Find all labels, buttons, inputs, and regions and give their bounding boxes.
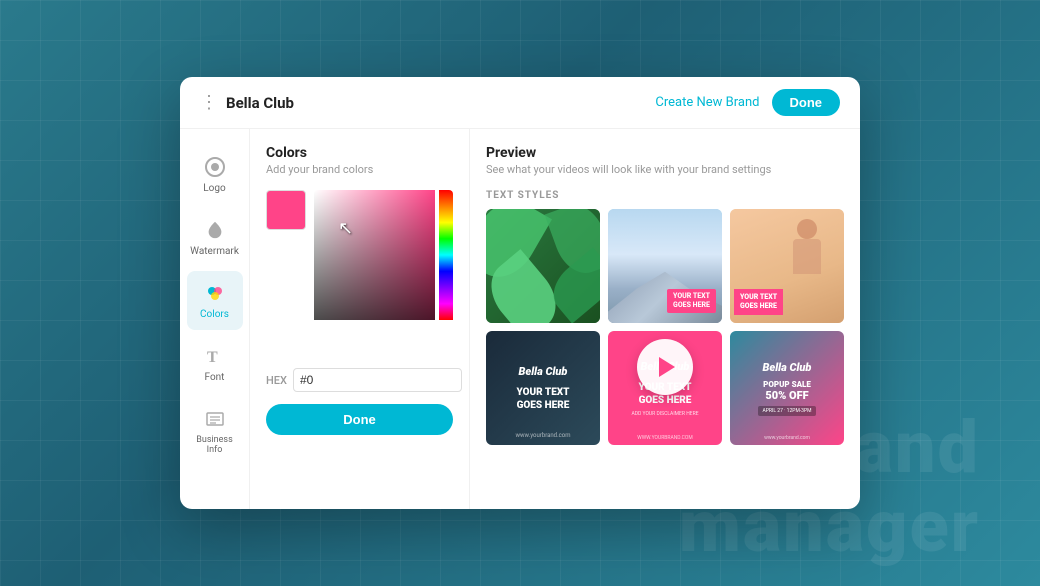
colors-title: Colors	[266, 145, 453, 161]
cursor-indicator: ↖	[338, 218, 353, 239]
colors-subtitle: Add your brand colors	[266, 163, 453, 176]
header-done-button[interactable]: Done	[772, 89, 841, 116]
hex-input[interactable]	[293, 368, 462, 392]
menu-dots-icon[interactable]: ⋮	[200, 92, 218, 113]
popup-website: www.yourbrand.com	[764, 435, 810, 441]
preview-text-woman: YOUR TEXTGOES HERE	[734, 289, 783, 315]
preview-title: Preview	[486, 145, 844, 161]
preview-card-tropical[interactable]	[486, 209, 600, 323]
sidebar-item-font[interactable]: T Font	[187, 334, 243, 393]
business-icon	[203, 407, 227, 431]
create-brand-link[interactable]: Create New Brand	[655, 95, 759, 110]
brand-manager-card: ⋮ Bella Club Create New Brand Done Logo	[180, 77, 860, 509]
preview-card-dark[interactable]: Bella Club YOUR TEXTGOES HERE www.yourbr…	[486, 331, 600, 445]
dark-card-text: YOUR TEXTGOES HERE	[516, 386, 569, 412]
dark-card-content: Bella Club YOUR TEXTGOES HERE www.yourbr…	[486, 331, 600, 445]
watermark-icon	[203, 218, 227, 242]
colors-icon	[203, 281, 227, 305]
bella-logo-dark: Bella Club	[519, 365, 568, 378]
color-picker-area: ↖	[266, 190, 453, 350]
popup-date: APRIL 27 · 12PM-3PM	[758, 406, 815, 416]
sidebar-item-watermark[interactable]: Watermark	[187, 208, 243, 267]
hex-row: HEX	[266, 368, 453, 392]
color-swatch[interactable]	[266, 190, 306, 230]
sidebar: Logo Watermark	[180, 129, 250, 509]
preview-card-popup[interactable]: Bella Club POPUP SALE 50% OFF APRIL 27 ·…	[730, 331, 844, 445]
sidebar-business-label: Business Info	[195, 435, 235, 455]
hue-bar[interactable]	[439, 190, 453, 320]
brand-title: Bella Club	[226, 94, 294, 112]
popup-sale-title: POPUP SALE	[763, 380, 811, 389]
font-icon: T	[203, 344, 227, 368]
popup-card-content: Bella Club POPUP SALE 50% OFF APRIL 27 ·…	[730, 331, 844, 445]
sidebar-colors-label: Colors	[200, 309, 229, 320]
card-header: ⋮ Bella Club Create New Brand Done	[180, 77, 860, 129]
header-left: ⋮ Bella Club	[200, 92, 294, 113]
preview-text-mountain: YOUR TEXTGOES HERE	[667, 289, 716, 313]
preview-grid: YOUR TEXTGOES HERE YOUR TEXTGOES HERE	[486, 209, 844, 445]
sidebar-watermark-label: Watermark	[190, 246, 239, 257]
colors-done-button[interactable]: Done	[266, 404, 453, 435]
preview-subtitle: See what your videos will look like with…	[486, 163, 844, 176]
pink-website: WWW.YOURBRAND.COM	[637, 435, 692, 441]
play-icon	[659, 357, 675, 377]
preview-panel: Preview See what your videos will look l…	[470, 129, 860, 509]
sidebar-item-colors[interactable]: Colors	[187, 271, 243, 330]
card-body: Logo Watermark	[180, 129, 860, 509]
svg-text:T: T	[207, 349, 218, 366]
colors-panel: Colors Add your brand colors ↖	[250, 129, 470, 509]
play-button[interactable]	[637, 339, 693, 395]
dark-website: www.yourbrand.com	[516, 432, 571, 439]
preview-card-woman[interactable]: YOUR TEXTGOES HERE	[730, 209, 844, 323]
sidebar-logo-label: Logo	[203, 183, 225, 194]
color-picker-box[interactable]: ↖	[314, 190, 453, 350]
text-styles-label: TEXT STYLES	[486, 190, 844, 201]
pink-disclaimer: ADD YOUR DISCLAIMER HERE	[631, 411, 698, 417]
popup-percent: 50% OFF	[765, 389, 808, 402]
sidebar-item-business[interactable]: Business Info	[187, 397, 243, 465]
hex-label: HEX	[266, 374, 287, 387]
sidebar-font-label: Font	[205, 372, 225, 383]
color-gradient[interactable]: ↖	[314, 190, 435, 320]
logo-icon	[203, 155, 227, 179]
tropical-background	[486, 209, 600, 323]
sidebar-item-logo[interactable]: Logo	[187, 145, 243, 204]
preview-card-mountain[interactable]: YOUR TEXTGOES HERE	[608, 209, 722, 323]
bella-logo-popup: Bella Club	[763, 361, 812, 374]
header-right: Create New Brand Done	[655, 89, 840, 116]
